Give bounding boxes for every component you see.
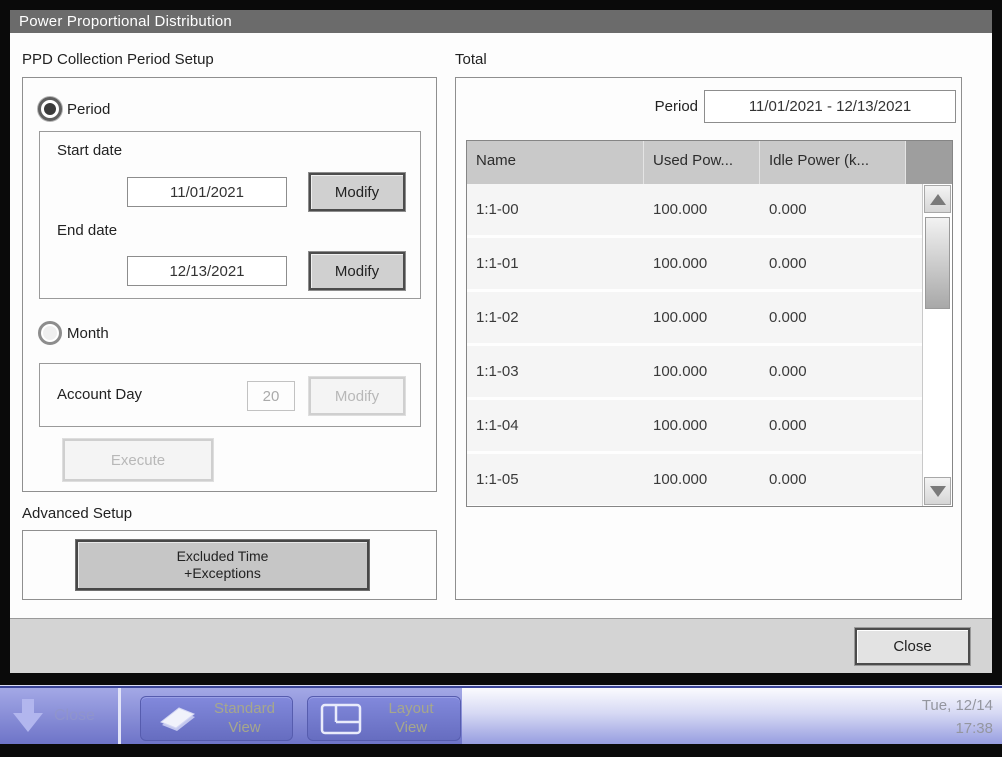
screen-background: Power Proportional Distribution PPD Coll… xyxy=(0,0,1002,757)
column-header-filler xyxy=(906,141,952,184)
dialog-content: PPD Collection Period Setup Period Start… xyxy=(10,33,992,618)
layout-view-icon xyxy=(320,703,362,735)
cell-idle: 0.000 xyxy=(760,184,922,235)
cell-used: 100.000 xyxy=(644,238,760,289)
account-day-label: Account Day xyxy=(57,386,142,403)
taskbar-status-area: Tue, 12/14 17:38 xyxy=(462,688,1002,744)
total-period-input[interactable] xyxy=(704,90,956,123)
excluded-time-line2: +Exceptions xyxy=(177,565,269,583)
ppd-table: Name Used Pow... Idle Power (k... 1:1-00… xyxy=(466,140,953,507)
execute-button[interactable]: Execute xyxy=(63,439,213,481)
account-day-groupbox: Account Day Modify xyxy=(39,363,421,427)
layout-view-label-line1: Layout xyxy=(362,700,460,719)
dialog-close-button[interactable]: Close xyxy=(855,628,970,665)
month-radio-label: Month xyxy=(67,325,109,342)
scroll-up-button[interactable] xyxy=(924,185,951,213)
end-date-label: End date xyxy=(57,222,117,239)
table-row[interactable]: 1:1-05100.0000.000 xyxy=(467,454,922,507)
end-date-input[interactable] xyxy=(127,256,287,286)
cell-name: 1:1-00 xyxy=(467,184,644,235)
excluded-time-line1: Excluded Time xyxy=(177,548,269,566)
table-row[interactable]: 1:1-00100.0000.000 xyxy=(467,184,922,238)
cell-used: 100.000 xyxy=(644,292,760,343)
cell-name: 1:1-01 xyxy=(467,238,644,289)
standard-view-label-line2: View xyxy=(197,719,292,738)
taskbar-close-button[interactable]: Close xyxy=(0,688,118,744)
advanced-setup-section-title: Advanced Setup xyxy=(22,505,132,522)
dialog-titlebar: Power Proportional Distribution xyxy=(10,10,992,33)
ppd-setup-section-title: PPD Collection Period Setup xyxy=(22,51,214,68)
total-period-label: Period xyxy=(586,98,698,115)
down-arrow-icon xyxy=(12,698,44,734)
ppd-setup-groupbox: Period Start date Modify End date Modify… xyxy=(22,77,437,492)
taskbar-close-label: Close xyxy=(54,707,95,725)
taskbar-view-buttons: Standard View Layout View xyxy=(118,688,462,744)
cell-idle: 0.000 xyxy=(760,238,922,289)
total-groupbox: Period Name Used Pow... Idle Power (k...… xyxy=(455,77,962,600)
table-header-row: Name Used Pow... Idle Power (k... xyxy=(467,141,952,184)
total-section-title: Total xyxy=(455,51,487,68)
column-header-used-power: Used Pow... xyxy=(644,141,760,184)
cell-name: 1:1-03 xyxy=(467,346,644,397)
cell-name: 1:1-04 xyxy=(467,400,644,451)
cell-used: 100.000 xyxy=(644,346,760,397)
table-row[interactable]: 1:1-01100.0000.000 xyxy=(467,238,922,292)
scroll-down-button[interactable] xyxy=(924,477,951,505)
advanced-setup-groupbox: Excluded Time +Exceptions xyxy=(22,530,437,600)
period-radio-label: Period xyxy=(67,101,110,118)
taskbar-clock: Tue, 12/14 17:38 xyxy=(922,694,993,741)
period-dates-groupbox: Start date Modify End date Modify xyxy=(39,131,421,299)
column-header-name: Name xyxy=(467,141,644,184)
cell-used: 100.000 xyxy=(644,184,760,235)
end-date-modify-button[interactable]: Modify xyxy=(309,252,405,290)
taskbar: Tue, 12/14 17:38 Close Standard View xyxy=(0,686,1002,744)
taskbar-date: Tue, 12/14 xyxy=(922,694,993,717)
table-body: 1:1-00100.0000.0001:1-01100.0000.0001:1-… xyxy=(467,184,922,506)
standard-view-button[interactable]: Standard View xyxy=(140,696,293,741)
start-date-modify-button[interactable]: Modify xyxy=(309,173,405,211)
cell-used: 100.000 xyxy=(644,400,760,451)
standard-view-icon xyxy=(153,704,197,734)
account-day-input[interactable] xyxy=(247,381,295,411)
start-date-label: Start date xyxy=(57,142,122,159)
triangle-down-icon xyxy=(930,486,946,497)
month-radio[interactable] xyxy=(38,321,62,345)
period-radio[interactable] xyxy=(38,97,62,121)
layout-view-label-line2: View xyxy=(362,719,460,738)
cell-used: 100.000 xyxy=(644,454,760,505)
cell-idle: 0.000 xyxy=(760,292,922,343)
start-date-input[interactable] xyxy=(127,177,287,207)
account-day-modify-button[interactable]: Modify xyxy=(309,377,405,415)
table-row[interactable]: 1:1-02100.0000.000 xyxy=(467,292,922,346)
dialog-footer: Close xyxy=(10,618,992,673)
standard-view-label-line1: Standard xyxy=(197,700,292,719)
excluded-time-exceptions-button[interactable]: Excluded Time +Exceptions xyxy=(76,540,369,590)
cell-name: 1:1-02 xyxy=(467,292,644,343)
ppd-dialog: Power Proportional Distribution PPD Coll… xyxy=(10,10,992,673)
layout-view-button[interactable]: Layout View xyxy=(307,696,461,741)
cell-idle: 0.000 xyxy=(760,400,922,451)
cell-name: 1:1-05 xyxy=(467,454,644,505)
table-row[interactable]: 1:1-04100.0000.000 xyxy=(467,400,922,454)
cell-idle: 0.000 xyxy=(760,346,922,397)
taskbar-time: 17:38 xyxy=(922,717,993,740)
table-row[interactable]: 1:1-03100.0000.000 xyxy=(467,346,922,400)
cell-idle: 0.000 xyxy=(760,454,922,505)
column-header-idle-power: Idle Power (k... xyxy=(760,141,906,184)
scrollbar-thumb[interactable] xyxy=(925,217,950,309)
triangle-up-icon xyxy=(930,194,946,205)
table-scrollbar[interactable] xyxy=(922,184,952,506)
